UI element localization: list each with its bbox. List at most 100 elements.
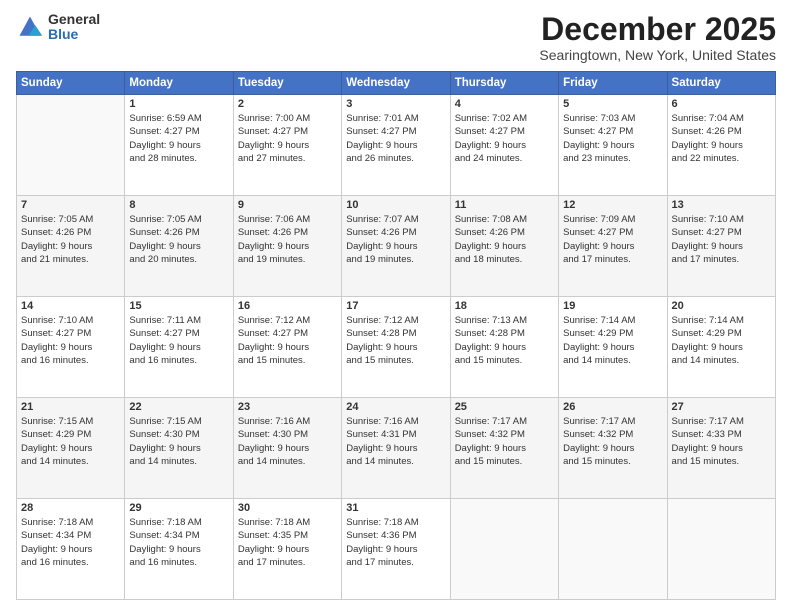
cell-content: Sunrise: 7:03 AMSunset: 4:27 PMDaylight:… (563, 112, 662, 165)
day-number: 28 (21, 502, 120, 514)
cell-content: Sunrise: 7:09 AMSunset: 4:27 PMDaylight:… (563, 213, 662, 266)
calendar-cell: 19 Sunrise: 7:14 AMSunset: 4:29 PMDayligh… (559, 297, 667, 398)
day-header-tuesday: Tuesday (233, 72, 341, 95)
cell-content: Sunrise: 7:07 AMSunset: 4:26 PMDaylight:… (346, 213, 445, 266)
cell-content: Sunrise: 7:05 AMSunset: 4:26 PMDaylight:… (129, 213, 228, 266)
cell-content: Sunrise: 7:17 AMSunset: 4:32 PMDaylight:… (563, 415, 662, 468)
day-number: 3 (346, 98, 445, 110)
calendar-cell: 27 Sunrise: 7:17 AMSunset: 4:33 PMDayligh… (667, 398, 775, 499)
calendar-cell: 7 Sunrise: 7:05 AMSunset: 4:26 PMDaylight… (17, 196, 125, 297)
cell-content: Sunrise: 7:18 AMSunset: 4:34 PMDaylight:… (129, 516, 228, 569)
day-number: 20 (672, 300, 771, 312)
calendar-cell: 29Sunrise: 7:18 AMSunset: 4:34 PMDayligh… (125, 499, 233, 600)
calendar-cell: 12 Sunrise: 7:09 AMSunset: 4:27 PMDayligh… (559, 196, 667, 297)
day-number: 12 (563, 199, 662, 211)
calendar-cell: 1 Sunrise: 6:59 AMSunset: 4:27 PMDaylight… (125, 95, 233, 196)
calendar-cell (667, 499, 775, 600)
cell-content: Sunrise: 7:14 AMSunset: 4:29 PMDaylight:… (563, 314, 662, 367)
page: General Blue December 2025 Searingtown, … (0, 0, 792, 612)
logo: General Blue (16, 12, 100, 43)
cell-content: Sunrise: 7:10 AMSunset: 4:27 PMDaylight:… (672, 213, 771, 266)
calendar-cell: 8Sunrise: 7:05 AMSunset: 4:26 PMDaylight… (125, 196, 233, 297)
month-title: December 2025 (539, 12, 776, 47)
cell-content: Sunrise: 7:18 AMSunset: 4:34 PMDaylight:… (21, 516, 120, 569)
calendar-cell: 23 Sunrise: 7:16 AMSunset: 4:30 PMDayligh… (233, 398, 341, 499)
day-number: 24 (346, 401, 445, 413)
cell-content: Sunrise: 7:13 AMSunset: 4:28 PMDaylight:… (455, 314, 554, 367)
calendar-cell: 31 Sunrise: 7:18 AMSunset: 4:36 PMDayligh… (342, 499, 450, 600)
calendar-cell: 18Sunrise: 7:13 AMSunset: 4:28 PMDayligh… (450, 297, 558, 398)
logo-text: General Blue (48, 12, 100, 43)
day-header-thursday: Thursday (450, 72, 558, 95)
day-number: 2 (238, 98, 337, 110)
cell-content: Sunrise: 7:10 AMSunset: 4:27 PMDaylight:… (21, 314, 120, 367)
calendar-cell: 3 Sunrise: 7:01 AMSunset: 4:27 PMDaylight… (342, 95, 450, 196)
calendar-cell: 26 Sunrise: 7:17 AMSunset: 4:32 PMDayligh… (559, 398, 667, 499)
calendar-cell: 21 Sunrise: 7:15 AMSunset: 4:29 PMDayligh… (17, 398, 125, 499)
calendar-cell: 11 Sunrise: 7:08 AMSunset: 4:26 PMDayligh… (450, 196, 558, 297)
cell-content: Sunrise: 7:16 AMSunset: 4:31 PMDaylight:… (346, 415, 445, 468)
cell-content: Sunrise: 7:12 AMSunset: 4:28 PMDaylight:… (346, 314, 445, 367)
calendar-cell: 28 Sunrise: 7:18 AMSunset: 4:34 PMDayligh… (17, 499, 125, 600)
cell-content: Sunrise: 7:18 AMSunset: 4:36 PMDaylight:… (346, 516, 445, 569)
calendar-cell (17, 95, 125, 196)
location-subtitle: Searingtown, New York, United States (539, 47, 776, 63)
day-number: 7 (21, 199, 120, 211)
calendar-cell: 13Sunrise: 7:10 AMSunset: 4:27 PMDayligh… (667, 196, 775, 297)
calendar-table: SundayMondayTuesdayWednesdayThursdayFrid… (16, 71, 776, 600)
day-number: 10 (346, 199, 445, 211)
day-number: 23 (238, 401, 337, 413)
title-area: December 2025 Searingtown, New York, Uni… (539, 12, 776, 63)
cell-content: Sunrise: 7:17 AMSunset: 4:32 PMDaylight:… (455, 415, 554, 468)
calendar-cell: 17 Sunrise: 7:12 AMSunset: 4:28 PMDayligh… (342, 297, 450, 398)
day-number: 15 (129, 300, 228, 312)
logo-icon (16, 13, 44, 41)
day-number: 21 (21, 401, 120, 413)
calendar-cell: 6 Sunrise: 7:04 AMSunset: 4:26 PMDaylight… (667, 95, 775, 196)
day-number: 1 (129, 98, 228, 110)
cell-content: Sunrise: 7:16 AMSunset: 4:30 PMDaylight:… (238, 415, 337, 468)
calendar-week-row: 14 Sunrise: 7:10 AMSunset: 4:27 PMDayligh… (17, 297, 776, 398)
calendar-cell: 14 Sunrise: 7:10 AMSunset: 4:27 PMDayligh… (17, 297, 125, 398)
cell-content: Sunrise: 7:15 AMSunset: 4:30 PMDaylight:… (129, 415, 228, 468)
cell-content: Sunrise: 7:12 AMSunset: 4:27 PMDaylight:… (238, 314, 337, 367)
cell-content: Sunrise: 7:11 AMSunset: 4:27 PMDaylight:… (129, 314, 228, 367)
cell-content: Sunrise: 7:01 AMSunset: 4:27 PMDaylight:… (346, 112, 445, 165)
cell-content: Sunrise: 7:08 AMSunset: 4:26 PMDaylight:… (455, 213, 554, 266)
day-number: 26 (563, 401, 662, 413)
day-number: 19 (563, 300, 662, 312)
day-header-sunday: Sunday (17, 72, 125, 95)
logo-blue-text: Blue (48, 27, 100, 42)
day-header-wednesday: Wednesday (342, 72, 450, 95)
day-number: 6 (672, 98, 771, 110)
calendar-cell: 2Sunrise: 7:00 AMSunset: 4:27 PMDaylight… (233, 95, 341, 196)
day-header-monday: Monday (125, 72, 233, 95)
calendar-cell: 4Sunrise: 7:02 AMSunset: 4:27 PMDaylight… (450, 95, 558, 196)
day-number: 11 (455, 199, 554, 211)
cell-content: Sunrise: 7:17 AMSunset: 4:33 PMDaylight:… (672, 415, 771, 468)
day-number: 27 (672, 401, 771, 413)
day-number: 14 (21, 300, 120, 312)
calendar-cell: 25Sunrise: 7:17 AMSunset: 4:32 PMDayligh… (450, 398, 558, 499)
cell-content: Sunrise: 7:06 AMSunset: 4:26 PMDaylight:… (238, 213, 337, 266)
calendar-cell: 16Sunrise: 7:12 AMSunset: 4:27 PMDayligh… (233, 297, 341, 398)
calendar-week-row: 7 Sunrise: 7:05 AMSunset: 4:26 PMDaylight… (17, 196, 776, 297)
calendar-cell: 5Sunrise: 7:03 AMSunset: 4:27 PMDaylight… (559, 95, 667, 196)
day-number: 9 (238, 199, 337, 211)
cell-content: Sunrise: 7:05 AMSunset: 4:26 PMDaylight:… (21, 213, 120, 266)
calendar-cell: 22Sunrise: 7:15 AMSunset: 4:30 PMDayligh… (125, 398, 233, 499)
day-number: 17 (346, 300, 445, 312)
cell-content: Sunrise: 6:59 AMSunset: 4:27 PMDaylight:… (129, 112, 228, 165)
day-header-saturday: Saturday (667, 72, 775, 95)
calendar-cell: 24 Sunrise: 7:16 AMSunset: 4:31 PMDayligh… (342, 398, 450, 499)
cell-content: Sunrise: 7:15 AMSunset: 4:29 PMDaylight:… (21, 415, 120, 468)
calendar-cell (450, 499, 558, 600)
cell-content: Sunrise: 7:02 AMSunset: 4:27 PMDaylight:… (455, 112, 554, 165)
day-number: 30 (238, 502, 337, 514)
cell-content: Sunrise: 7:14 AMSunset: 4:29 PMDaylight:… (672, 314, 771, 367)
cell-content: Sunrise: 7:04 AMSunset: 4:26 PMDaylight:… (672, 112, 771, 165)
calendar-cell: 10 Sunrise: 7:07 AMSunset: 4:26 PMDayligh… (342, 196, 450, 297)
calendar-cell: 15 Sunrise: 7:11 AMSunset: 4:27 PMDayligh… (125, 297, 233, 398)
calendar-week-row: 1 Sunrise: 6:59 AMSunset: 4:27 PMDaylight… (17, 95, 776, 196)
day-number: 31 (346, 502, 445, 514)
